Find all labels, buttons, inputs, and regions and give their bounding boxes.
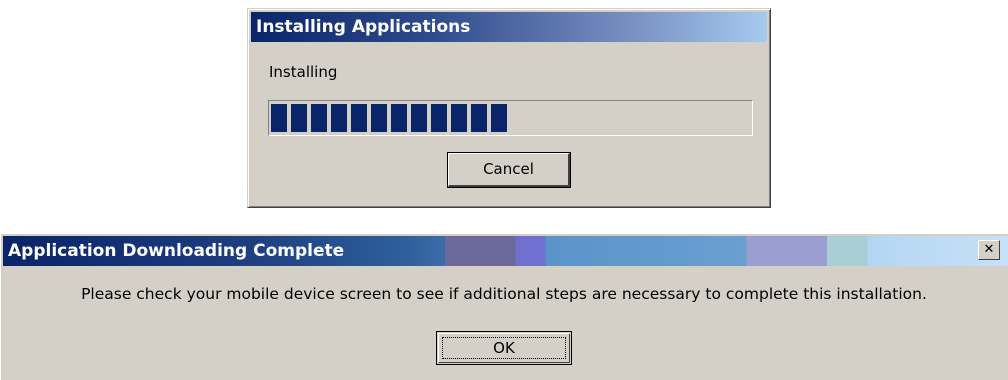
install-progress-bar (268, 100, 753, 136)
install-status-label: Installing (269, 63, 338, 81)
download-complete-dialog: Application Downloading Complete ✕ Pleas… (0, 233, 1008, 380)
desktop: Installing Applications Installing Cance… (0, 0, 1008, 380)
close-button[interactable]: ✕ (978, 240, 1000, 260)
close-icon: ✕ (983, 242, 995, 257)
dialog-title-bar[interactable]: Installing Applications (251, 12, 767, 42)
dialog-title: Installing Applications (256, 17, 471, 37)
ok-button-label: OK (442, 337, 566, 359)
progress-fill (271, 104, 507, 132)
ok-button[interactable]: OK (436, 331, 572, 365)
cancel-button[interactable]: Cancel (448, 153, 570, 187)
completion-message: Please check your mobile device screen t… (81, 285, 927, 303)
installing-applications-dialog: Installing Applications Installing Cance… (247, 8, 771, 208)
dialog-title-bar[interactable]: Application Downloading Complete (3, 236, 1008, 266)
dialog-title: Application Downloading Complete (8, 241, 345, 261)
